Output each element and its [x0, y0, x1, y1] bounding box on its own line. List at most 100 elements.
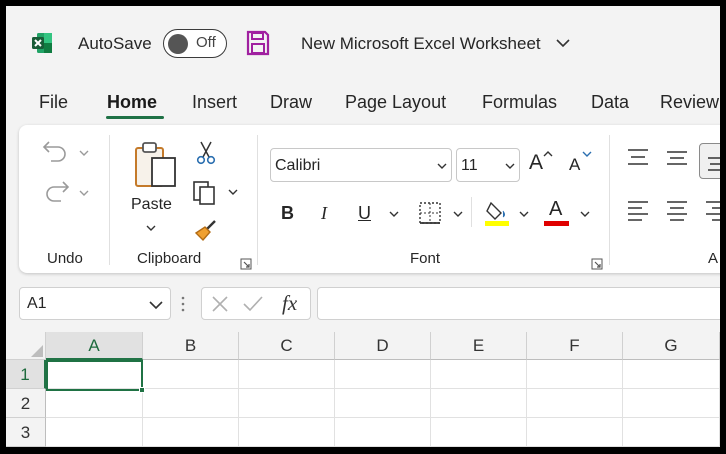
grid-cell[interactable] — [335, 389, 431, 418]
column-header[interactable]: F — [527, 332, 623, 360]
grid-cell[interactable] — [143, 360, 239, 389]
dialog-launcher-icon[interactable] — [240, 258, 252, 270]
grid-cell[interactable] — [623, 389, 720, 418]
underline-dropdown-icon[interactable] — [389, 210, 399, 218]
column-header[interactable]: E — [431, 332, 527, 360]
chevron-down-icon[interactable] — [149, 300, 163, 310]
copy-icon[interactable] — [191, 178, 219, 206]
tab-review[interactable]: Review — [660, 92, 719, 113]
grid-cell[interactable] — [527, 389, 623, 418]
cancel-x-icon[interactable] — [211, 295, 229, 313]
fill-color-dropdown-icon[interactable] — [519, 210, 529, 218]
select-all-button[interactable] — [6, 332, 46, 360]
ribbon-tabs: File Home Insert Draw Page Layout Formul… — [6, 82, 720, 122]
paste-icon[interactable] — [133, 140, 179, 190]
separator — [471, 197, 472, 227]
grid-cell[interactable] — [527, 418, 623, 447]
tab-insert[interactable]: Insert — [192, 92, 237, 113]
grid-cell[interactable] — [239, 389, 335, 418]
chevron-down-icon[interactable] — [556, 37, 570, 49]
align-right-icon[interactable] — [704, 200, 720, 222]
autosave-toggle[interactable]: Off — [163, 29, 227, 58]
font-color-dropdown-icon[interactable] — [580, 210, 590, 218]
column-header[interactable]: A — [46, 332, 143, 360]
autosave-state: Off — [196, 34, 216, 51]
autosave-label: AutoSave — [78, 34, 152, 53]
align-middle-icon[interactable] — [665, 147, 689, 169]
grid-cell[interactable] — [143, 389, 239, 418]
grid-cell[interactable] — [335, 418, 431, 447]
tab-draw[interactable]: Draw — [270, 92, 312, 113]
document-title[interactable]: New Microsoft Excel Worksheet — [301, 34, 541, 54]
fill-color-icon[interactable] — [483, 199, 511, 227]
grid-cell[interactable] — [143, 418, 239, 447]
redo-dropdown-icon[interactable] — [79, 189, 89, 197]
align-top-icon[interactable] — [626, 147, 650, 169]
name-box[interactable]: A1 — [19, 287, 171, 320]
tab-formulas[interactable]: Formulas — [482, 92, 557, 113]
borders-icon[interactable] — [418, 201, 442, 225]
insert-function-button[interactable]: fx — [282, 291, 297, 316]
column-header[interactable]: B — [143, 332, 239, 360]
formula-input[interactable] — [317, 287, 720, 320]
copy-dropdown-icon[interactable] — [228, 188, 238, 196]
borders-dropdown-icon[interactable] — [453, 210, 463, 218]
italic-button[interactable]: I — [321, 203, 327, 224]
shrink-font-button[interactable]: A — [569, 155, 580, 175]
row-header[interactable]: 3 — [6, 418, 46, 447]
tab-page-layout[interactable]: Page Layout — [345, 92, 446, 113]
caret-down-icon — [582, 151, 592, 157]
enter-check-icon[interactable] — [242, 295, 264, 313]
tab-data[interactable]: Data — [591, 92, 629, 113]
dialog-launcher-icon[interactable] — [591, 258, 603, 270]
grow-font-button[interactable]: A — [529, 151, 543, 175]
undo-dropdown-icon[interactable] — [79, 149, 89, 157]
align-bottom-icon — [708, 157, 720, 171]
grid-cell[interactable] — [46, 418, 143, 447]
underline-button[interactable]: U — [358, 203, 371, 224]
chevron-down-icon — [505, 163, 515, 169]
active-cell-a1[interactable] — [46, 360, 145, 393]
font-name-select[interactable]: Calibri — [270, 148, 452, 182]
group-label-font: Font — [410, 250, 441, 267]
column-header[interactable]: C — [239, 332, 335, 360]
align-bottom-button[interactable] — [699, 143, 720, 179]
group-label-clipboard: Clipboard — [137, 250, 202, 267]
font-color-button[interactable]: A — [549, 198, 562, 221]
align-center-icon[interactable] — [665, 200, 689, 222]
undo-icon[interactable] — [41, 138, 71, 164]
paste-label[interactable]: Paste — [131, 196, 172, 214]
format-painter-icon[interactable] — [193, 217, 219, 243]
grid-cell[interactable] — [623, 360, 720, 389]
title-bar: AutoSave Off New Microsoft Excel Workshe… — [6, 6, 720, 82]
bold-button[interactable]: B — [281, 203, 294, 224]
grid-cell[interactable] — [239, 360, 335, 389]
grid-cell[interactable] — [431, 360, 527, 389]
tab-file[interactable]: File — [39, 92, 68, 113]
group-label-alignment: A — [708, 250, 719, 267]
cut-scissors-icon[interactable] — [194, 140, 218, 166]
grid-cell[interactable] — [431, 418, 527, 447]
fill-handle[interactable] — [139, 387, 145, 393]
paste-dropdown-icon[interactable] — [146, 224, 156, 232]
grid-cell[interactable] — [623, 418, 720, 447]
more-options-icon[interactable] — [180, 294, 186, 314]
grid-cell[interactable] — [527, 360, 623, 389]
grid-cell[interactable] — [239, 418, 335, 447]
group-separator — [109, 135, 110, 265]
column-header[interactable]: G — [623, 332, 720, 360]
grid-cell[interactable] — [431, 389, 527, 418]
row-header[interactable]: 1 — [6, 360, 46, 389]
redo-icon[interactable] — [41, 178, 71, 204]
ribbon-home: Undo Paste Clipboard Calibri 11 A A B I … — [19, 125, 720, 273]
tab-home[interactable]: Home — [107, 92, 157, 113]
font-color-swatch — [544, 221, 569, 226]
toggle-knob — [168, 33, 188, 54]
grid-cell[interactable] — [335, 360, 431, 389]
align-left-icon[interactable] — [626, 200, 650, 222]
column-header[interactable]: D — [335, 332, 431, 360]
save-icon[interactable] — [246, 30, 270, 56]
row-header[interactable]: 2 — [6, 389, 46, 418]
font-size-select[interactable]: 11 — [456, 148, 520, 182]
grid-cell[interactable] — [46, 389, 143, 418]
